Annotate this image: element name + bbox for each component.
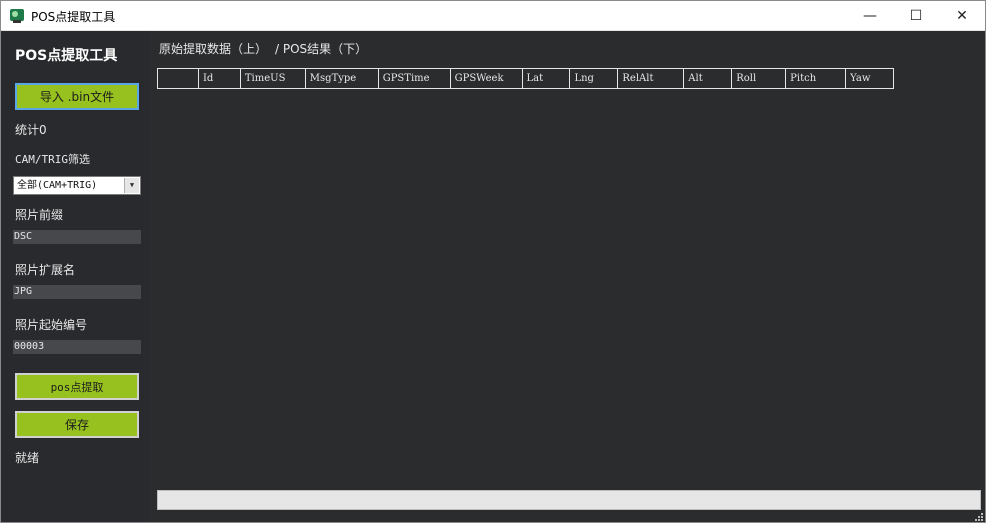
column-header-alt[interactable]: Alt — [684, 69, 733, 88]
start-number-input[interactable]: 00003 — [13, 340, 141, 354]
start-number-label: 照片起始编号 — [15, 318, 88, 332]
column-header-gpsweek[interactable]: GPSWeek — [451, 69, 523, 88]
column-header-yaw[interactable]: Yaw — [846, 69, 895, 88]
maximize-button[interactable]: ☐ — [893, 1, 939, 31]
extension-label: 照片扩展名 — [15, 263, 76, 277]
save-button[interactable]: 保存 — [15, 411, 139, 438]
column-header-msgtype[interactable]: MsgType — [306, 69, 379, 88]
import-bin-button[interactable]: 导入 .bin文件 — [15, 83, 139, 110]
section-header-pos: / POS结果（下） — [275, 42, 368, 56]
maximize-icon: ☐ — [909, 8, 923, 24]
section-header: 原始提取数据（上） — [159, 42, 268, 56]
column-header-lng[interactable]: Lng — [570, 69, 619, 88]
column-header-lat[interactable]: Lat — [523, 69, 571, 88]
minimize-button[interactable]: — — [847, 1, 893, 31]
progress-bar — [157, 490, 981, 510]
prefix-input[interactable]: DSC — [13, 230, 141, 244]
column-header-pitch[interactable]: Pitch — [786, 69, 847, 88]
extension-input[interactable]: JPG — [13, 285, 141, 299]
window-title: POS点提取工具 — [31, 10, 116, 24]
column-header-id[interactable]: Id — [199, 69, 241, 88]
column-header-roll[interactable]: Roll — [732, 69, 787, 88]
column-header-gpstime[interactable]: GPSTime — [379, 69, 451, 88]
minimize-icon: — — [863, 8, 877, 24]
app-window: POS点提取工具 — ☐ ✕ POS点提取工具 导入 .bin文件 统计0 CA… — [0, 0, 986, 523]
resize-grip-icon[interactable] — [973, 511, 983, 521]
column-header-select[interactable] — [158, 69, 199, 88]
close-icon: ✕ — [956, 8, 968, 24]
sidebar: POS点提取工具 导入 .bin文件 统计0 CAM/TRIG筛选 全部(CAM… — [1, 31, 149, 522]
status-label: 就绪 — [15, 451, 40, 465]
filter-label: CAM/TRIG筛选 — [15, 153, 90, 166]
prefix-label: 照片前缀 — [15, 208, 64, 222]
column-header-timeus[interactable]: TimeUS — [241, 69, 306, 88]
sidebar-title: POS点提取工具 — [15, 48, 118, 64]
filter-selected-value: 全部(CAM+TRIG) — [17, 180, 98, 191]
title-bar[interactable]: POS点提取工具 — ☐ ✕ — [1, 1, 985, 31]
chevron-down-icon[interactable]: ▼ — [124, 178, 139, 193]
filter-select[interactable]: 全部(CAM+TRIG) ▼ — [13, 176, 141, 195]
extract-pos-button[interactable]: pos点提取 — [15, 373, 139, 400]
stats-label: 统计0 — [15, 123, 47, 137]
close-button[interactable]: ✕ — [939, 1, 985, 31]
column-header-relalt[interactable]: RelAlt — [618, 69, 685, 88]
table-header: Id TimeUS MsgType GPSTime GPSWeek Lat Ln… — [157, 68, 895, 89]
app-icon — [10, 9, 24, 23]
